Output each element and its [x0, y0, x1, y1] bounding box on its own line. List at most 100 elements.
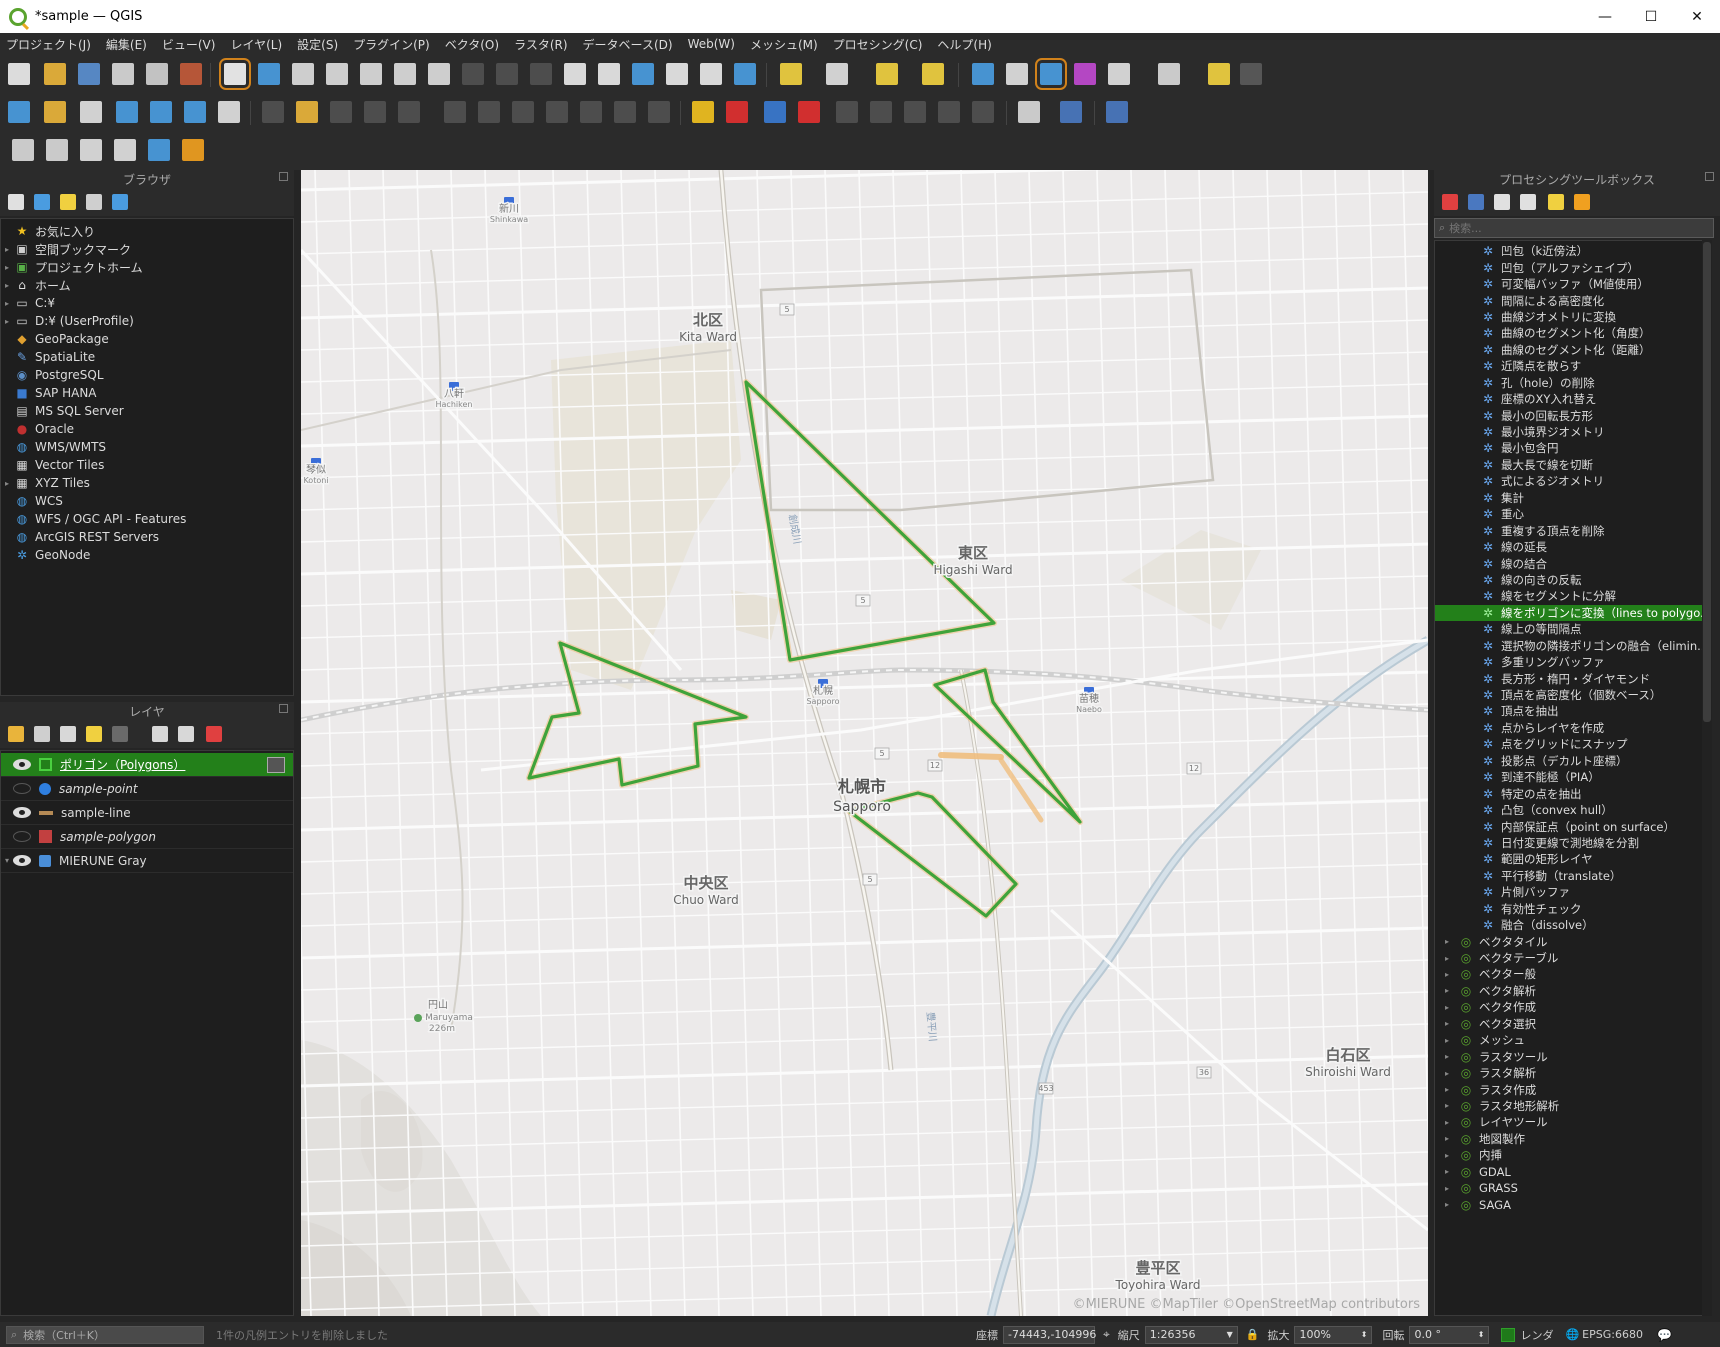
results-icon[interactable]: [1520, 194, 1536, 210]
layer-item[interactable]: sample-polygon: [1, 825, 293, 849]
browser-item[interactable]: ▸ ▭ D:¥ (UserProfile): [1, 312, 293, 330]
rotation-spinbox[interactable]: 0.0 ° ⬍: [1409, 1325, 1490, 1344]
label-pin-icon[interactable]: [764, 101, 786, 123]
algorithm-group[interactable]: ▸ ◎ レイヤツール: [1435, 1114, 1709, 1130]
algorithm-group[interactable]: ▸ ◎ ラスタ作成: [1435, 1081, 1709, 1097]
algorithm-item[interactable]: ✲ 到達不能極（PIA）: [1435, 769, 1709, 785]
attribute-table-icon[interactable]: [1108, 63, 1130, 85]
open-styling-icon[interactable]: [8, 726, 24, 742]
save-project-icon[interactable]: [78, 63, 100, 85]
refresh-icon[interactable]: [34, 194, 50, 210]
zoom-native-icon[interactable]: [462, 63, 484, 85]
algorithm-group[interactable]: ▸ ◎ ベクタ作成: [1435, 999, 1709, 1015]
expand-arrow-icon[interactable]: ▸: [1441, 954, 1453, 963]
algorithm-item[interactable]: ✲ 線の向きの反転: [1435, 572, 1709, 588]
label-change-icon[interactable]: [904, 101, 926, 123]
history-icon[interactable]: [1494, 194, 1510, 210]
algorithm-group[interactable]: ▸ ◎ 内挿: [1435, 1147, 1709, 1163]
expand-all-icon[interactable]: [152, 726, 168, 742]
new-map-view-icon[interactable]: [564, 63, 586, 85]
menu-item-1[interactable]: 編集(E): [106, 36, 147, 53]
undock-icon[interactable]: [279, 172, 288, 181]
algorithm-item[interactable]: ✲ 凸包（convex hull）: [1435, 802, 1709, 818]
zoom-full-icon[interactable]: [360, 63, 382, 85]
add-group-icon[interactable]: [34, 726, 50, 742]
algorithm-group[interactable]: ▸ ◎ SAGA: [1435, 1196, 1709, 1212]
magnifier-spinbox[interactable]: 100% ⬍: [1294, 1325, 1373, 1344]
algorithm-group[interactable]: ▸ ◎ ラスタ解析: [1435, 1065, 1709, 1081]
algorithm-item[interactable]: ✲ 平行移動（translate）: [1435, 868, 1709, 884]
browser-item[interactable]: ✲ GeoNode: [1, 546, 293, 564]
menu-item-3[interactable]: レイヤ(L): [230, 36, 282, 53]
online-layer-icon[interactable]: [46, 139, 68, 161]
browser-item[interactable]: ◉ PostgreSQL: [1, 366, 293, 384]
db-manager-icon[interactable]: [12, 139, 34, 161]
filter-legend-icon[interactable]: [86, 726, 102, 742]
zoom-to-layer-icon[interactable]: [428, 63, 450, 85]
algorithm-item[interactable]: ✲ 線の結合: [1435, 555, 1709, 571]
current-edits-icon[interactable]: [262, 101, 284, 123]
lock-icon[interactable]: 🔒: [1246, 1328, 1260, 1341]
browser-item[interactable]: ● Oracle: [1, 420, 293, 438]
algorithm-item[interactable]: ✲ 内部保証点（point on surface）: [1435, 818, 1709, 834]
algorithm-group[interactable]: ▸ ◎ ベクタタイル: [1435, 933, 1709, 949]
expand-arrow-icon[interactable]: ▸: [1441, 1003, 1453, 1012]
statistics-icon[interactable]: [1074, 63, 1096, 85]
add-raster-icon[interactable]: [150, 101, 172, 123]
vertex-tool-icon[interactable]: [398, 101, 420, 123]
scrollbar-thumb[interactable]: [1703, 242, 1711, 722]
pan-to-selection-icon[interactable]: [258, 63, 280, 85]
scale-combobox[interactable]: 1:26356 ▼: [1144, 1325, 1238, 1344]
menu-item-2[interactable]: ビュー(V): [162, 36, 216, 53]
render-checkbox[interactable]: [1501, 1327, 1516, 1342]
map-tips-icon[interactable]: [1208, 63, 1230, 85]
algorithm-item[interactable]: ✲ 投影点（デカルト座標）: [1435, 753, 1709, 769]
zoom-to-selection-icon[interactable]: [394, 63, 416, 85]
menu-item-4[interactable]: 設定(S): [297, 36, 338, 53]
browser-item[interactable]: ▸ ▣ 空間ブックマーク: [1, 240, 293, 258]
algorithm-item[interactable]: ✲ 式によるジオメトリ: [1435, 473, 1709, 489]
browser-item[interactable]: ▦ Vector Tiles: [1, 456, 293, 474]
browser-item[interactable]: ◍ ArcGIS REST Servers: [1, 528, 293, 546]
map-svg[interactable]: 北区Kita Ward 東区Higashi Ward 中央区Chuo Ward 白石区…: [301, 170, 1428, 1316]
expand-arrow-icon[interactable]: ▸: [1441, 1052, 1453, 1061]
undo-icon[interactable]: [614, 101, 636, 123]
diagram-icon[interactable]: [726, 101, 748, 123]
style-manager-icon[interactable]: [180, 63, 202, 85]
label-show-icon[interactable]: [938, 101, 960, 123]
expand-arrow-icon[interactable]: ▸: [1441, 1184, 1453, 1193]
expand-arrow-icon[interactable]: ▸: [1, 317, 13, 326]
new-layout-icon[interactable]: [112, 63, 134, 85]
algorithm-item[interactable]: ✲ 凹包（アルファシェイプ）: [1435, 259, 1709, 275]
zoom-in-icon[interactable]: [292, 63, 314, 85]
python-console-icon[interactable]: [1060, 101, 1082, 123]
browser-item[interactable]: ◆ GeoPackage: [1, 330, 293, 348]
info-icon[interactable]: [112, 194, 128, 210]
label-rotate-icon[interactable]: [870, 101, 892, 123]
algorithm-item[interactable]: ✲ 凹包（k近傍法）: [1435, 243, 1709, 259]
select-features-icon[interactable]: [780, 63, 802, 85]
algorithm-item[interactable]: ✲ 近隣点を散らす: [1435, 358, 1709, 374]
browser-item[interactable]: ■ SAP HANA: [1, 384, 293, 402]
expand-arrow-icon[interactable]: ▸: [1441, 1118, 1453, 1127]
refresh-icon[interactable]: [734, 63, 756, 85]
algorithm-item[interactable]: ✲ 線をポリゴンに変換（lines to polygo...: [1435, 604, 1709, 622]
algorithm-item[interactable]: ✲ 最大長で線を切断: [1435, 457, 1709, 473]
label-properties-icon[interactable]: [972, 101, 994, 123]
menu-item-0[interactable]: プロジェクト(J): [6, 36, 91, 53]
plugin-settings-icon[interactable]: [1240, 63, 1262, 85]
visibility-eye-icon[interactable]: [13, 783, 31, 794]
processing-toolbox-icon[interactable]: [1035, 58, 1067, 90]
bookmark-new-icon[interactable]: [632, 63, 654, 85]
algorithm-item[interactable]: ✲ 片側バッファ: [1435, 884, 1709, 900]
expand-arrow-icon[interactable]: ▸: [1, 263, 13, 272]
digitize-point-icon[interactable]: [80, 139, 102, 161]
algorithm-group[interactable]: ▸ ◎ GRASS: [1435, 1180, 1709, 1196]
show-bookmarks-icon[interactable]: [666, 63, 688, 85]
processing-search-input[interactable]: [1449, 221, 1690, 235]
algorithm-group[interactable]: ▸ ◎ ラスタ地形解析: [1435, 1098, 1709, 1114]
add-mesh-icon[interactable]: [184, 101, 206, 123]
menu-item-11[interactable]: プロセシング(C): [833, 36, 923, 53]
upload-icon[interactable]: [148, 139, 170, 161]
processing-search-field[interactable]: ⌕: [1434, 218, 1714, 238]
